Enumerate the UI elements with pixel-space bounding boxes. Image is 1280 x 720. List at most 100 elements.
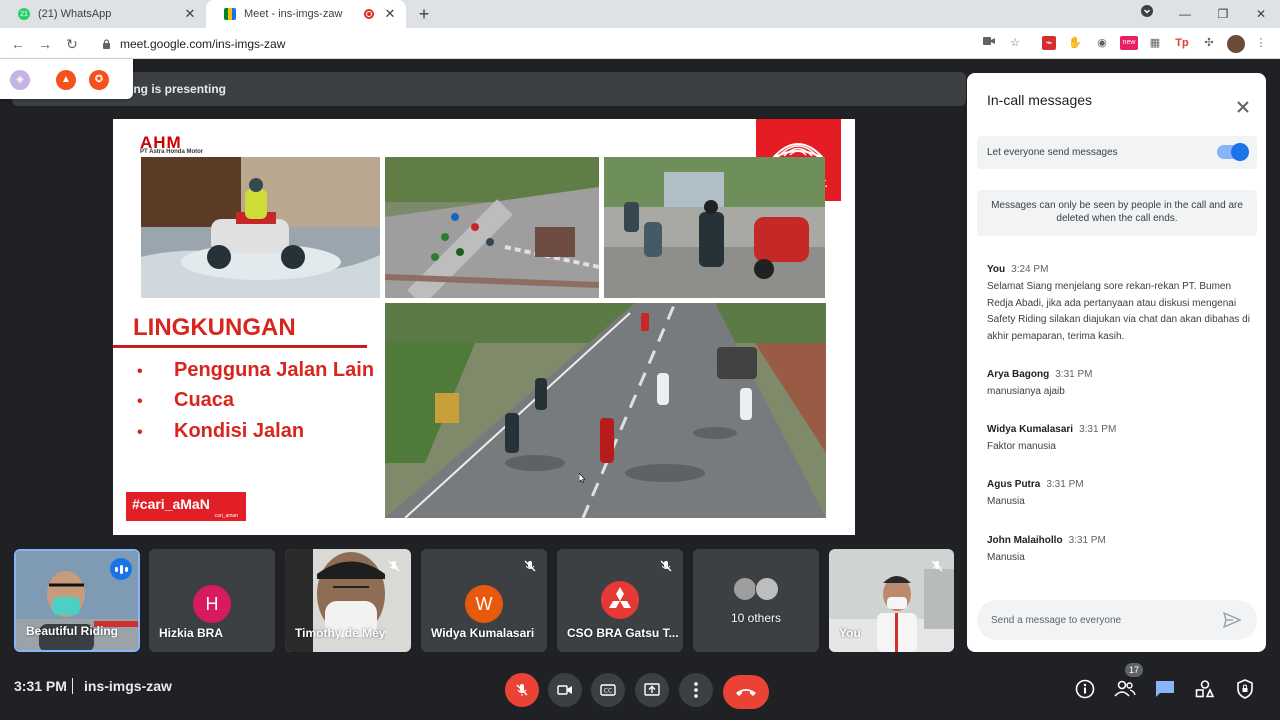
divider bbox=[72, 678, 73, 694]
back-button[interactable]: ← bbox=[8, 34, 28, 54]
others-tile[interactable]: 10 others bbox=[693, 549, 819, 652]
puzzle-extensions-icon[interactable]: ✣ bbox=[1202, 36, 1216, 50]
chat-button[interactable] bbox=[1153, 677, 1177, 701]
present-now-button[interactable] bbox=[635, 673, 669, 707]
whatsapp-icon: 21 bbox=[18, 8, 30, 20]
more-vertical-icon bbox=[694, 682, 698, 698]
chat-message: Widya Kumalasari 3:31 PM Faktor manusia bbox=[987, 419, 1251, 456]
participant-tile[interactable]: H Hizkia BRA bbox=[149, 549, 275, 652]
people-count-badge: 17 bbox=[1125, 663, 1143, 677]
meet-icon bbox=[224, 8, 236, 20]
captions-icon: CC bbox=[600, 684, 616, 696]
heading-underline bbox=[113, 345, 367, 348]
extension-popup: ◈ ▲ ✪ bbox=[0, 59, 133, 99]
others-avatar-1 bbox=[733, 577, 757, 601]
participant-avatar: H bbox=[193, 585, 231, 623]
participant-tile[interactable]: CSO BRA Gatsu T... bbox=[557, 549, 683, 652]
tab-title: Meet - ins-imgs-zaw bbox=[244, 8, 343, 20]
pdf-extension-icon[interactable]: ⌁ bbox=[1042, 36, 1056, 50]
participant-tile[interactable]: Timothy de Mey bbox=[285, 549, 411, 652]
send-permission-toggle[interactable] bbox=[1217, 143, 1249, 161]
address-bar[interactable]: meet.google.com/ins-imgs-zaw bbox=[92, 31, 1032, 56]
mic-off-icon bbox=[516, 684, 528, 696]
participant-name: CSO BRA Gatsu T... bbox=[567, 626, 679, 640]
chat-message: Agus Putra 3:31 PM Manusia bbox=[987, 474, 1251, 511]
message-text: Faktor manusia bbox=[987, 441, 1056, 452]
activities-button[interactable] bbox=[1193, 677, 1217, 701]
recording-icon bbox=[364, 9, 374, 19]
leave-call-button[interactable] bbox=[723, 675, 769, 709]
chat-message-input[interactable] bbox=[977, 600, 1257, 640]
hang-up-icon bbox=[736, 689, 756, 696]
minimize-button[interactable]: — bbox=[1166, 0, 1204, 28]
new-tab-button[interactable]: + bbox=[414, 4, 434, 24]
message-sender: You bbox=[987, 264, 1006, 275]
chrome-menu-icon[interactable]: ⋮ bbox=[1254, 36, 1268, 50]
presenting-banner: ing is presenting bbox=[12, 72, 966, 106]
participant-tile[interactable]: Beautiful Riding bbox=[14, 549, 140, 652]
extension-two-icon[interactable]: ▲ bbox=[56, 70, 76, 90]
maximize-button[interactable]: ❐ bbox=[1204, 0, 1242, 28]
message-text: Manusia bbox=[987, 496, 1025, 507]
participant-name: Beautiful Riding bbox=[26, 624, 118, 638]
tab-title: (21) WhatsApp bbox=[38, 8, 112, 20]
speaking-indicator-icon bbox=[110, 558, 132, 580]
extension-hand-icon[interactable]: ✋ bbox=[1068, 36, 1082, 50]
bookmark-star-icon[interactable]: ☆ bbox=[1008, 36, 1022, 50]
more-options-button[interactable] bbox=[679, 673, 713, 707]
message-time: 3:31 PM bbox=[1046, 479, 1084, 490]
extension-one-icon[interactable]: ◈ bbox=[10, 70, 30, 90]
message-text: Selamat Siang menjelang sore rekan-rekan… bbox=[987, 281, 1250, 342]
mitsubishi-avatar bbox=[601, 581, 639, 619]
toggle-label: Let everyone send messages bbox=[987, 147, 1118, 158]
host-controls-button[interactable] bbox=[1233, 677, 1257, 701]
self-tile[interactable]: You bbox=[829, 549, 954, 652]
photo-traffic-aerial bbox=[385, 157, 599, 298]
close-window-button[interactable]: ✕ bbox=[1242, 0, 1280, 28]
record-extension-icon[interactable]: ◉ bbox=[1095, 36, 1109, 50]
mic-toggle-button[interactable] bbox=[505, 673, 539, 707]
captions-button[interactable]: CC bbox=[591, 673, 625, 707]
extension-three-icon[interactable]: ✪ bbox=[89, 70, 109, 90]
chat-message: Arya Bagong 3:31 PM manusianya ajaib bbox=[987, 364, 1251, 401]
close-icon[interactable] bbox=[1234, 98, 1252, 116]
slide-bullet: • Kondisi Jalan bbox=[137, 420, 305, 442]
meeting-controls-bar: 3:31 PM ins-imgs-zaw CC bbox=[0, 660, 1280, 720]
meeting-details-button[interactable] bbox=[1073, 677, 1097, 701]
tp-extension-icon[interactable]: Tp bbox=[1175, 36, 1189, 50]
people-icon bbox=[1114, 680, 1136, 697]
close-tab-icon[interactable]: ✕ bbox=[382, 6, 398, 22]
participant-tile[interactable]: W Widya Kumalasari bbox=[421, 549, 547, 652]
people-button[interactable] bbox=[1113, 677, 1137, 701]
screen: 21 (21) WhatsApp ✕ Meet - ins-imgs-zaw ✕… bbox=[0, 0, 1280, 720]
tab-whatsapp[interactable]: 21 (21) WhatsApp ✕ bbox=[0, 0, 206, 28]
mic-off-icon bbox=[931, 560, 943, 572]
message-sender: Widya Kumalasari bbox=[987, 424, 1074, 435]
photo-damaged-road bbox=[385, 303, 826, 518]
shared-slide: AHM PT Astra Honda Motor HONDA One HEART… bbox=[113, 119, 855, 535]
message-sender: Agus Putra bbox=[987, 479, 1041, 490]
campaign-logo: #cari_aMaN cari_aman bbox=[126, 492, 246, 521]
meeting-time: 3:31 PM bbox=[14, 678, 67, 694]
close-tab-icon[interactable]: ✕ bbox=[182, 6, 198, 22]
browser-tab-strip: 21 (21) WhatsApp ✕ Meet - ins-imgs-zaw ✕… bbox=[0, 0, 1280, 28]
chat-message: You 3:24 PM Selamat Siang menjelang sore … bbox=[987, 259, 1251, 345]
reload-button[interactable]: ↻ bbox=[62, 34, 82, 54]
participant-avatar: W bbox=[465, 585, 503, 623]
tab-search-icon[interactable] bbox=[1128, 0, 1166, 28]
send-icon[interactable] bbox=[1223, 612, 1241, 628]
photo-rain-scooter bbox=[141, 157, 380, 298]
chat-message: John Malaihollo 3:31 PM Manusia bbox=[987, 530, 1251, 567]
info-icon bbox=[1075, 679, 1095, 699]
slide-bullet: • Pengguna Jalan Lain bbox=[137, 359, 375, 381]
camera-toggle-button[interactable] bbox=[548, 673, 582, 707]
others-avatar-2 bbox=[755, 577, 779, 601]
camera-icon[interactable] bbox=[982, 36, 996, 50]
profile-avatar[interactable] bbox=[1227, 35, 1245, 53]
tab-meet[interactable]: Meet - ins-imgs-zaw ✕ bbox=[206, 0, 406, 28]
forward-button[interactable]: → bbox=[35, 34, 55, 54]
slide-heading: LINGKUNGAN bbox=[133, 314, 296, 341]
chat-panel: In-call messages Let everyone send messa… bbox=[967, 73, 1266, 652]
grid-extension-icon[interactable]: ▦ bbox=[1148, 36, 1162, 50]
new-extension-icon[interactable]: new bbox=[1120, 36, 1138, 50]
